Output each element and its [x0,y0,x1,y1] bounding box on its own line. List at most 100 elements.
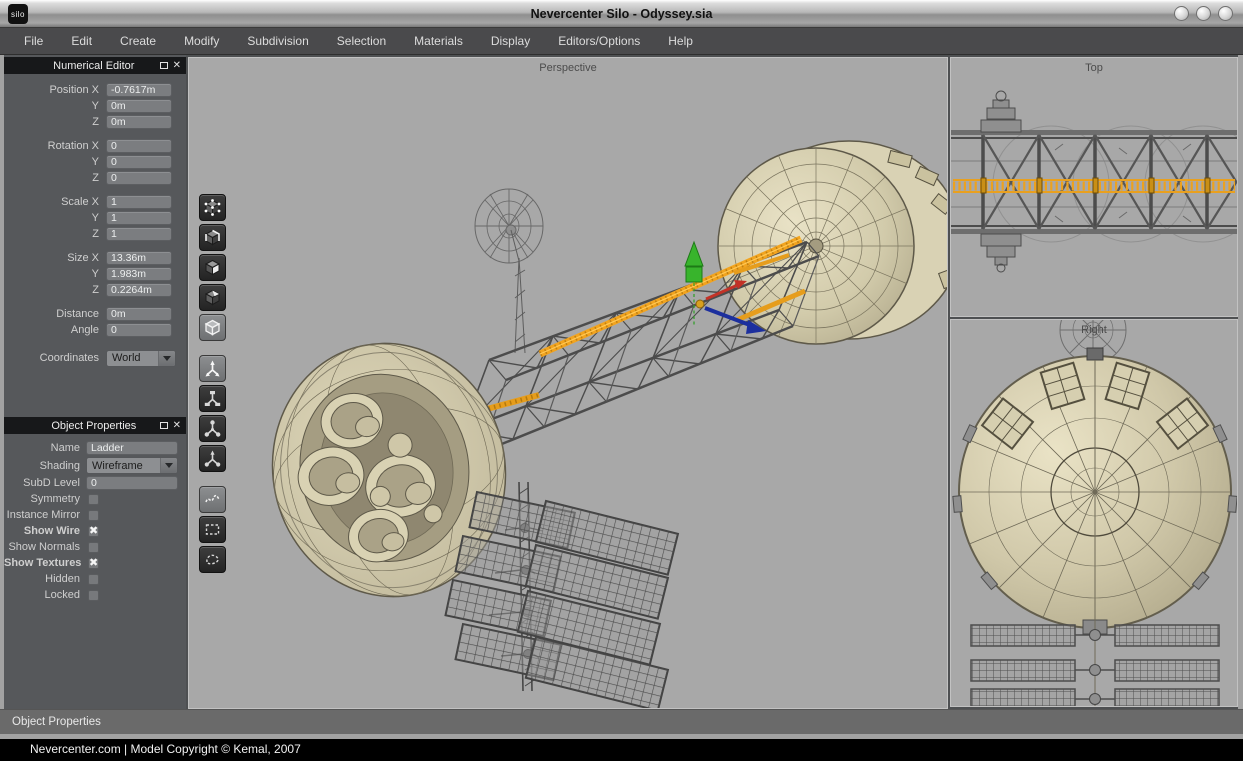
copyright-text: Nevercenter.com | Model Copyright © Kema… [30,742,301,756]
field-label: Z [4,284,106,296]
rotate-tool-button[interactable] [199,385,226,412]
object-properties-header[interactable]: Object Properties ✕ [4,417,186,434]
checkbox-label: Hidden [4,573,86,585]
rotation-y-input[interactable]: 0 [106,155,172,169]
satellite-dish [475,189,543,353]
show-textures-checkbox[interactable]: ✖ [88,558,99,569]
move-tool-button[interactable] [199,355,226,382]
show-wire-checkbox[interactable]: ✖ [88,526,99,537]
rotation-x-input[interactable]: 0 [106,139,172,153]
symmetry-checkbox[interactable] [88,494,99,505]
solar-panel-array-right [518,501,678,708]
scale-y-input[interactable]: 1 [106,211,172,225]
menu-subdivision[interactable]: Subdivision [233,28,322,54]
face-mode-button[interactable] [199,254,226,281]
coordinates-label: Coordinates [4,352,106,364]
hidden-row: Hidden [4,571,186,587]
subd-level-input[interactable]: 0 [86,476,178,490]
panel-close-icon[interactable]: ✕ [173,61,181,71]
top-viewport[interactable]: Top [950,57,1238,317]
panel-collapse-icon[interactable] [160,62,168,69]
show-normals-checkbox[interactable] [88,542,99,553]
checkbox-label: Show Normals [4,541,86,553]
size-x-input[interactable]: 13.36m [106,251,172,265]
multi-mode-button[interactable] [199,284,226,311]
silo-logo-icon: silo [8,4,28,24]
field-label: Y [4,100,106,112]
lasso-select-button[interactable] [199,546,226,573]
menu-help[interactable]: Help [654,28,707,54]
numerical-editor-title: Numerical Editor [4,60,160,72]
panel-close-icon[interactable]: ✕ [173,421,181,431]
top-view-canvas[interactable] [951,58,1237,316]
scale-tool-button[interactable] [199,415,226,442]
panel-collapse-icon[interactable] [160,422,168,429]
checkbox-label: Show Textures [4,557,86,569]
right-view-canvas[interactable] [951,320,1237,706]
shading-dropdown[interactable]: Wireframe [86,457,178,474]
size-x-row: Size X13.36m [4,250,186,266]
shading-value: Wireframe [87,460,160,472]
instance-mirror-checkbox[interactable] [88,510,99,521]
vertex-mode-button[interactable] [199,194,226,221]
position-y-input[interactable]: 0m [106,99,172,113]
dropdown-arrow-button[interactable] [158,351,175,366]
size-z-input[interactable]: 0.2264m [106,283,172,297]
perspective-3d-canvas[interactable] [189,58,947,708]
universal-manipulator-button[interactable] [199,445,226,472]
show-wire-row: Show Wire✖ [4,523,186,539]
perspective-viewport[interactable]: Perspective [188,57,948,709]
edge-mode-button[interactable] [199,224,226,251]
size-y-input[interactable]: 1.983m [106,267,172,281]
menu-create[interactable]: Create [106,28,170,54]
position-x-input[interactable]: -0.7617m [106,83,172,97]
workspace: Numerical Editor ✕ Position X-0.7617m Y0… [0,55,1243,709]
scale-x-input[interactable]: 1 [106,195,172,209]
locked-checkbox[interactable] [88,590,99,601]
position-z-input[interactable]: 0m [106,115,172,129]
coordinates-dropdown[interactable]: World [106,350,176,367]
object-mode-button[interactable] [199,314,226,341]
menu-materials[interactable]: Materials [400,28,477,54]
window-maximize-button[interactable] [1196,6,1211,21]
scale-z-input[interactable]: 1 [106,227,172,241]
paint-select-button[interactable] [199,486,226,513]
menu-editors-options[interactable]: Editors/Options [544,28,654,54]
numerical-editor-header[interactable]: Numerical Editor ✕ [4,57,186,74]
menu-selection[interactable]: Selection [323,28,400,54]
checkbox-label: Symmetry [4,493,86,505]
position-y-row: Y0m [4,98,186,114]
title-bar[interactable]: silo Nevercenter Silo - Odyssey.sia [0,0,1243,28]
right-viewport-label: Right [951,324,1237,336]
rotation-z-input[interactable]: 0 [106,171,172,185]
field-label: Y [4,268,106,280]
hidden-checkbox[interactable] [88,574,99,585]
field-label: Y [4,212,106,224]
silo-application-window: silo Nevercenter Silo - Odyssey.sia File… [0,0,1243,761]
window-title: Nevercenter Silo - Odyssey.sia [0,7,1243,21]
field-label: Position X [4,84,106,96]
symmetry-row: Symmetry [4,491,186,507]
chevron-down-icon [163,356,171,361]
menu-display[interactable]: Display [477,28,544,54]
window-right-edge [1238,55,1243,709]
distance-row: Distance0m [4,306,186,322]
menu-modify[interactable]: Modify [170,28,233,54]
angle-input[interactable]: 0 [106,323,172,337]
menu-file[interactable]: File [10,28,57,54]
solar-panels [446,482,678,708]
left-panel-column: Numerical Editor ✕ Position X-0.7617m Y0… [4,55,186,709]
distance-input[interactable]: 0m [106,307,172,321]
window-close-button[interactable] [1218,6,1233,21]
right-viewport[interactable]: Right [950,319,1238,707]
top-viewport-label: Top [951,62,1237,74]
rotation-z-row: Z0 [4,170,186,186]
status-text: Object Properties [12,716,101,728]
rect-select-button[interactable] [199,516,226,543]
perspective-viewport-label: Perspective [189,62,947,74]
menu-edit[interactable]: Edit [57,28,106,54]
window-minimize-button[interactable] [1174,6,1189,21]
dropdown-arrow-button[interactable] [160,458,177,473]
right-solar-rows [971,625,1219,706]
name-input[interactable]: Ladder [86,441,178,455]
